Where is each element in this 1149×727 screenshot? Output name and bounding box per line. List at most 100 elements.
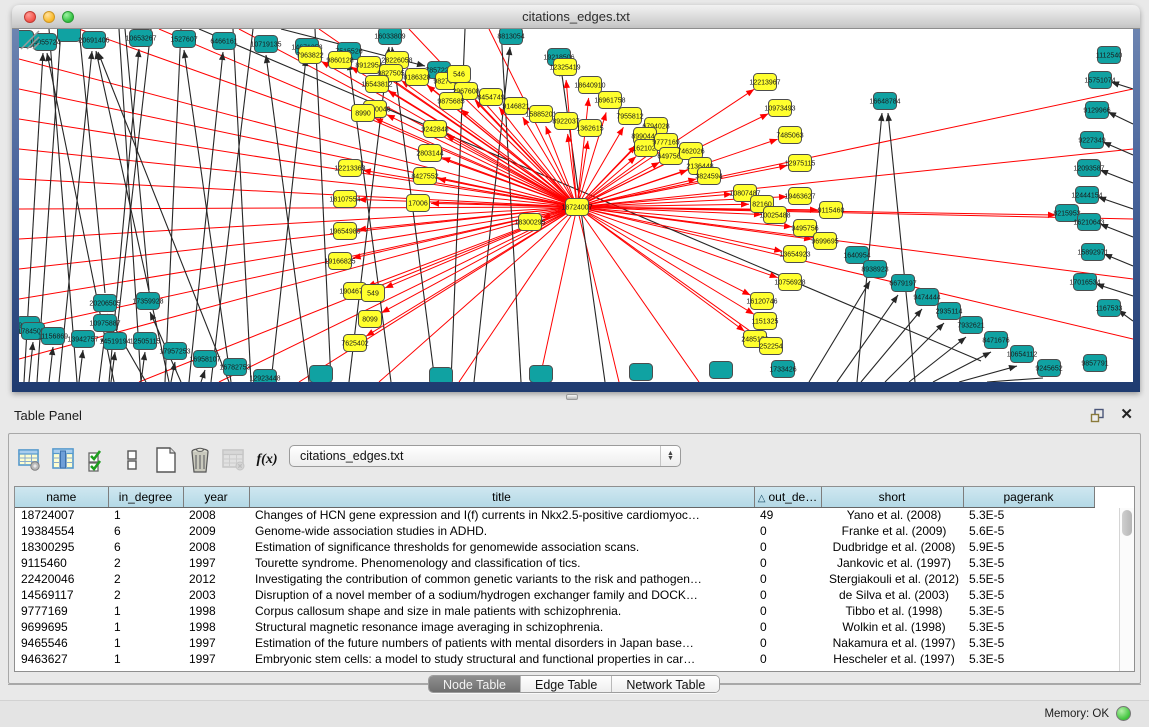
network-node[interactable]: 16958107 [189, 351, 220, 368]
cell-title[interactable]: Tourette syndrome. Phenomenology and cla… [249, 555, 754, 571]
network-node[interactable]: 1112540 [1096, 47, 1122, 64]
network-node[interactable]: 10719135 [250, 36, 281, 53]
cell-title[interactable]: Embryonic stem cells: a model to study s… [249, 651, 754, 667]
network-node[interactable]: 6466161 [210, 33, 237, 50]
cell-title[interactable]: Estimation of the future numbers of pati… [249, 635, 754, 651]
cell-name[interactable]: 18300295 [15, 539, 108, 555]
cell-outdeg[interactable]: 49 [754, 507, 821, 523]
column-header-title[interactable]: title [249, 487, 754, 507]
cell-indegree[interactable]: 1 [108, 507, 183, 523]
network-node[interactable]: 16210643 [1073, 214, 1104, 231]
cell-short[interactable]: Wolkin et al. (1998) [821, 619, 963, 635]
cell-indegree[interactable]: 1 [108, 603, 183, 619]
cell-outdeg[interactable]: 0 [754, 555, 821, 571]
scrollbar-thumb[interactable] [1122, 510, 1132, 536]
network-node[interactable]: 12213363 [334, 160, 365, 177]
network-node[interactable]: 10025488 [759, 207, 790, 224]
network-node[interactable]: 546 [448, 66, 471, 83]
network-node[interactable]: 9474444 [913, 289, 940, 306]
network-node[interactable]: 9129966 [1083, 102, 1110, 119]
tab-network-table[interactable]: Network Table [612, 676, 719, 692]
table-scrollbar[interactable] [1119, 508, 1134, 671]
cell-short[interactable]: Jankovic et al. (1997) [821, 555, 963, 571]
table-row[interactable]: 2242004622012Investigating the contribut… [15, 571, 1094, 587]
network-node[interactable]: 1733426 [769, 361, 796, 378]
network-node[interactable]: 7462026 [677, 143, 704, 160]
network-node[interactable]: 2935114 [936, 303, 963, 320]
network-canvas[interactable]: 1405572420691406106532671527607646616110… [19, 29, 1133, 382]
column-header-pagerank[interactable]: pagerank [963, 487, 1094, 507]
cell-name[interactable]: 9463627 [15, 651, 108, 667]
cell-name[interactable]: 9465546 [15, 635, 108, 651]
network-node[interactable]: 19166825 [324, 253, 355, 270]
network-node[interactable]: 9699695 [811, 233, 838, 250]
network-node[interactable]: 16543812 [361, 76, 392, 93]
network-node[interactable]: 549 [362, 285, 385, 302]
network-node[interactable]: 252254 [759, 338, 782, 355]
column-header-name[interactable]: name [15, 487, 108, 507]
network-node[interactable]: 8186328 [403, 69, 430, 86]
cell-year[interactable]: 2008 [183, 539, 249, 555]
cell-title[interactable]: Investigating the contribution of common… [249, 571, 754, 587]
cell-year[interactable]: 1997 [183, 635, 249, 651]
float-panel-icon[interactable] [1090, 408, 1105, 423]
row-height-button[interactable] [117, 445, 147, 475]
cell-short[interactable]: Yano et al. (2008) [821, 507, 963, 523]
network-node[interactable]: 1527607 [170, 31, 197, 48]
table-header-row[interactable]: namein_degreeyeartitle△out_de…shortpager… [15, 487, 1094, 507]
cell-year[interactable]: 2009 [183, 523, 249, 539]
network-node[interactable]: 7625402 [341, 335, 368, 352]
cell-title[interactable]: Estimation of significance thresholds fo… [249, 539, 754, 555]
table-row[interactable]: 1830029562008Estimation of significance … [15, 539, 1094, 555]
network-node[interactable]: 19654985 [329, 223, 360, 240]
network-node[interactable]: 3824594 [695, 168, 722, 185]
cell-outdeg[interactable]: 0 [754, 651, 821, 667]
column-header-year[interactable]: year [183, 487, 249, 507]
cell-pagerank[interactable]: 5.5E-5 [963, 571, 1094, 587]
network-node[interactable]: 9115460 [818, 202, 845, 219]
network-node[interactable]: 8990 [352, 105, 375, 122]
cell-pagerank[interactable]: 5.9E-5 [963, 539, 1094, 555]
network-node[interactable]: 16033809 [374, 29, 405, 45]
network-node[interactable]: 19463627 [784, 188, 815, 205]
delete-entries-button[interactable] [185, 445, 215, 475]
network-node[interactable]: 16782753 [219, 359, 250, 376]
cell-indegree[interactable]: 1 [108, 651, 183, 667]
network-node[interactable]: 12505115 [130, 333, 161, 350]
table-settings-button[interactable] [15, 445, 45, 475]
network-node[interactable]: 7963822 [296, 47, 323, 64]
table-row[interactable]: 1456911722003Disruption of a novel membe… [15, 587, 1094, 603]
cell-year[interactable]: 1998 [183, 619, 249, 635]
network-node[interactable]: 18640910 [574, 77, 605, 94]
cell-pagerank[interactable]: 5.3E-5 [963, 587, 1094, 603]
table-body[interactable]: 1872400712008Changes of HCN gene express… [15, 507, 1094, 667]
network-node[interactable]: 12093587 [1073, 160, 1104, 177]
cell-indegree[interactable]: 2 [108, 571, 183, 587]
network-node[interactable]: 17957253 [159, 343, 190, 360]
cell-pagerank[interactable]: 5.3E-5 [963, 619, 1094, 635]
cell-title[interactable]: Genome-wide association studies in ADHD. [249, 523, 754, 539]
cell-pagerank[interactable]: 5.6E-5 [963, 523, 1094, 539]
network-node[interactable]: 12213967 [749, 74, 780, 91]
network-node[interactable] [710, 362, 733, 379]
cell-title[interactable]: Disruption of a novel member of a sodium… [249, 587, 754, 603]
cell-pagerank[interactable]: 5.3E-5 [963, 555, 1094, 571]
network-node[interactable]: 8471676 [982, 332, 1009, 349]
network-node[interactable]: 20691406 [78, 32, 109, 49]
network-node[interactable]: 14519194 [99, 333, 130, 350]
network-node[interactable] [430, 368, 453, 383]
network-node[interactable]: 12923448 [249, 370, 280, 383]
window-titlebar[interactable]: citations_edges.txt [12, 5, 1140, 29]
cell-short[interactable]: de Silva et al. (2003) [821, 587, 963, 603]
network-node[interactable]: 12444154 [1071, 187, 1102, 204]
network-node[interactable]: 10975887 [89, 315, 120, 332]
network-node[interactable]: 7485063 [776, 127, 803, 144]
network-node[interactable] [310, 366, 333, 383]
table-row[interactable]: 1872400712008Changes of HCN gene express… [15, 507, 1094, 523]
cell-outdeg[interactable]: 0 [754, 523, 821, 539]
cell-outdeg[interactable]: 0 [754, 571, 821, 587]
cell-indegree[interactable]: 1 [108, 619, 183, 635]
network-node[interactable]: 9875685 [437, 93, 464, 110]
network-node[interactable]: 20206505 [89, 295, 120, 312]
network-node[interactable]: 12975115 [785, 155, 816, 172]
